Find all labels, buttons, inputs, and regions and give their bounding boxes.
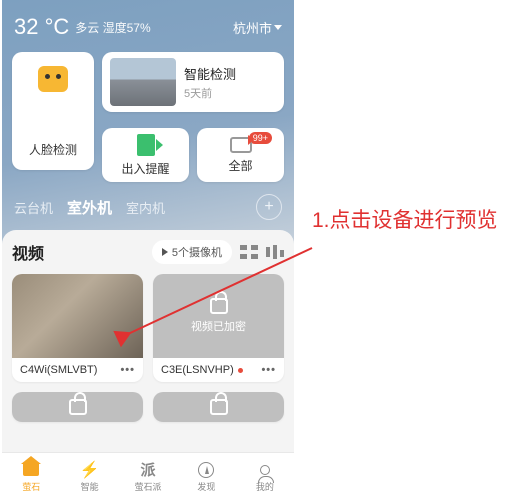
detect-thumbnail <box>110 58 176 106</box>
nav-label: 萤石 <box>22 480 40 493</box>
annotation-text: 1.点击设备进行预览 <box>312 206 522 236</box>
camera-preview-encrypted: 视频已加密 <box>153 274 284 358</box>
camera-grid: C4Wi(SMLVBT) ••• 视频已加密 C3E(LSNVHP) ••• <box>12 274 284 422</box>
video-title: 视频 <box>12 240 44 264</box>
compass-icon <box>198 462 214 478</box>
entry-alert-tile[interactable]: 出入提醒 <box>102 128 189 182</box>
sort-icon[interactable] <box>266 245 284 259</box>
camera-count-pill[interactable]: 5个摄像机 <box>152 240 232 264</box>
camera-card[interactable]: 视频已加密 C3E(LSNVHP) ••• <box>153 274 284 382</box>
nav-mine[interactable]: 我的 <box>236 453 294 500</box>
lock-icon <box>210 298 228 314</box>
camera-more-button[interactable]: ••• <box>261 364 276 376</box>
camera-card[interactable] <box>153 392 284 422</box>
camera-preview <box>12 274 143 358</box>
nav-label: 萤石派 <box>135 480 162 493</box>
entry-alert-label: 出入提醒 <box>121 160 169 177</box>
city-selector[interactable]: 杭州市 <box>233 18 282 37</box>
home-icon <box>23 464 39 476</box>
nav-label: 智能 <box>81 480 99 493</box>
temperature: 32 °C <box>14 14 69 40</box>
lock-icon <box>210 399 228 415</box>
bottom-nav: 萤石 ⚡智能 派萤石派 发现 我的 <box>2 452 294 500</box>
detect-title: 智能检测 <box>184 64 236 83</box>
pai-icon: 派 <box>138 461 158 479</box>
camera-card[interactable]: C4Wi(SMLVBT) ••• <box>12 274 143 382</box>
alert-dot-icon <box>238 368 243 373</box>
face-detect-tile[interactable]: 人脸检测 <box>12 52 94 170</box>
device-group-tabs: 云台机 室外机 室内机 + <box>2 182 294 228</box>
camera-name: C3E(LSNVHP) <box>161 364 234 376</box>
chevron-down-icon <box>274 25 282 30</box>
camera-more-button[interactable]: ••• <box>120 364 135 376</box>
detect-subtitle: 5天前 <box>184 85 236 101</box>
all-icon <box>230 137 252 153</box>
city-label: 杭州市 <box>233 18 272 37</box>
camera-name: C4Wi(SMLVBT) <box>20 364 97 376</box>
play-icon <box>162 248 168 256</box>
tab-yuntai[interactable]: 云台机 <box>14 198 53 217</box>
phone-frame: 32 °C 多云 湿度57% 杭州市 人脸检测 智能检测 5天前 出入提醒 <box>2 0 294 500</box>
door-icon <box>137 134 155 156</box>
encrypted-label: 视频已加密 <box>191 318 246 334</box>
face-icon <box>38 66 68 92</box>
video-sheet-header: 视频 5个摄像机 <box>12 240 284 264</box>
weather-bar: 32 °C 多云 湿度57% 杭州市 <box>2 0 294 46</box>
camera-preview-encrypted <box>153 392 284 422</box>
grid-view-icon[interactable] <box>240 245 258 259</box>
lock-icon <box>69 399 87 415</box>
tab-indoor[interactable]: 室内机 <box>126 198 165 217</box>
add-group-button[interactable]: + <box>256 194 282 220</box>
bolt-icon: ⚡ <box>80 461 100 479</box>
nav-pai[interactable]: 派萤石派 <box>119 453 177 500</box>
camera-preview-encrypted <box>12 392 143 422</box>
nav-label: 发现 <box>197 480 215 493</box>
tab-outdoor[interactable]: 室外机 <box>67 197 112 218</box>
person-icon <box>260 465 270 475</box>
nav-home[interactable]: 萤石 <box>2 453 60 500</box>
camera-card[interactable] <box>12 392 143 422</box>
all-label: 全部 <box>228 157 252 174</box>
nav-smart[interactable]: ⚡智能 <box>60 453 118 500</box>
feature-tiles-row1: 人脸检测 智能检测 5天前 出入提醒 99+ 全部 <box>2 52 294 182</box>
face-detect-label: 人脸检测 <box>29 141 77 158</box>
weather-condition: 多云 湿度57% <box>75 19 150 36</box>
camera-count-label: 5个摄像机 <box>172 244 222 260</box>
nav-discover[interactable]: 发现 <box>177 453 235 500</box>
all-tile[interactable]: 99+ 全部 <box>197 128 284 182</box>
smart-detect-tile[interactable]: 智能检测 5天前 <box>102 52 284 112</box>
